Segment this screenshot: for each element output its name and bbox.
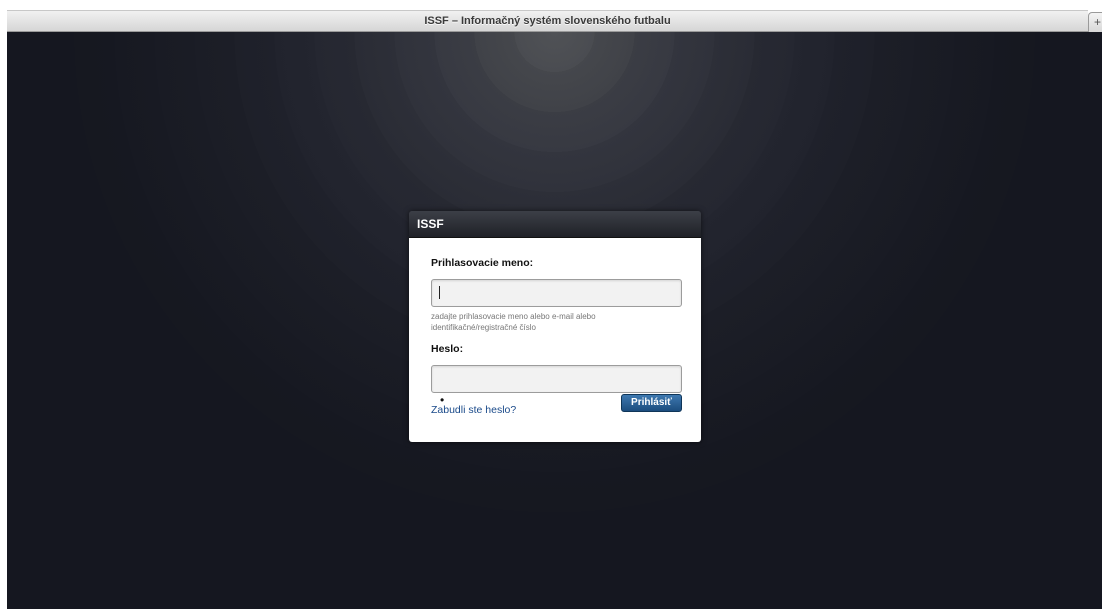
username-label: Prihlasovacie meno:	[431, 257, 534, 269]
page-background: ISSF Prihlasovacie meno: zadajte prihlas…	[7, 32, 1102, 609]
forgot-password-link[interactable]: Zabudli ste heslo?	[431, 404, 516, 416]
login-panel: ISSF Prihlasovacie meno: zadajte prihlas…	[409, 211, 701, 442]
password-input[interactable]	[431, 365, 682, 393]
window-edge	[0, 0, 7, 609]
username-input[interactable]	[431, 279, 682, 307]
new-tab-button[interactable]: +	[1088, 12, 1102, 32]
login-form: Prihlasovacie meno: zadajte prihlasovaci…	[409, 238, 701, 442]
login-panel-title: ISSF	[417, 217, 444, 231]
username-hint: zadajte prihlasovacie meno alebo e-mail …	[431, 312, 596, 332]
login-panel-header: ISSF	[409, 211, 701, 238]
window-titlebar: ISSF – Informačný systém slovenského fut…	[7, 10, 1088, 32]
password-label: Heslo:	[431, 343, 464, 355]
login-button[interactable]: Prihlásiť	[621, 394, 682, 412]
text-cursor	[439, 286, 440, 299]
browser-window: ISSF – Informačný systém slovenského fut…	[0, 0, 1102, 609]
window-title: ISSF – Informačný systém slovenského fut…	[424, 15, 671, 27]
